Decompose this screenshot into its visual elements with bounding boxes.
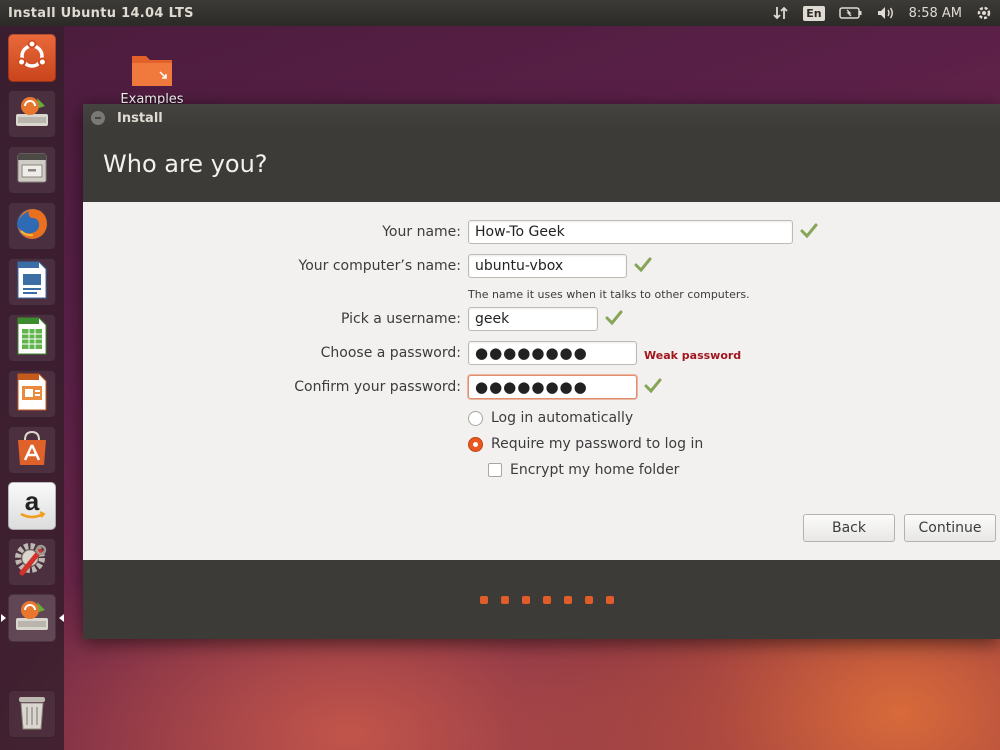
progress-dot [480,596,488,604]
password-strength-label: Weak password [644,349,742,362]
progress-dot [501,596,509,604]
launcher-impress-button[interactable] [8,370,56,418]
password-label: Choose a password: [320,345,461,361]
launcher-installer-button[interactable] [8,90,56,138]
amazon-icon: a [13,485,51,527]
launcher-software-center-button[interactable] [8,426,56,474]
name-row: Your name: How-To Geek [83,220,1000,246]
firefox-icon [13,205,51,247]
progress-dot [564,596,572,604]
login-automatically-label: Log in automatically [491,410,634,426]
require-password-option[interactable]: Require my password to log in [468,436,703,452]
progress-dot [522,596,530,604]
launcher-writer-button[interactable] [8,258,56,306]
progress-footer [83,560,1000,639]
launcher-files-button[interactable] [8,146,56,194]
continue-button[interactable]: Continue [904,514,996,542]
valid-check-icon [800,223,818,239]
clock[interactable]: 8:58 AM [909,6,962,21]
writer-icon [15,260,49,304]
password-row: Choose a password: ●●●●●●●● [83,341,1000,367]
launcher: a [0,26,64,750]
radio-button[interactable] [468,410,483,426]
computer-name-label: Your computer’s name: [298,258,461,274]
calc-icon [15,316,49,360]
back-button[interactable]: Back [803,514,895,542]
computer-name-row: Your computer’s name: ubuntu-vbox [83,254,1000,280]
desktop-icon-examples[interactable]: Examples [112,50,192,107]
running-indicator [1,614,6,622]
launcher-calc-button[interactable] [8,314,56,362]
password-field[interactable]: ●●●●●●●● [468,341,637,365]
launcher-system-settings-button[interactable] [8,538,56,586]
folder-icon [130,50,174,88]
battery-icon[interactable] [838,6,863,20]
confirm-password-label: Confirm your password: [294,379,461,395]
login-automatically-option[interactable]: Log in automatically [468,410,633,426]
username-row: Pick a username: geek [83,307,1000,333]
confirm-password-row: Confirm your password: ●●●●●●●● [83,375,1000,401]
trash-icon [15,692,49,736]
svg-text:a: a [25,486,40,516]
ubuntu-logo-icon [14,38,50,78]
launcher-amazon-button[interactable]: a [8,482,56,530]
launcher-firefox-button[interactable] [8,202,56,250]
settings-icon [12,540,52,584]
computer-name-field[interactable]: ubuntu-vbox [468,254,627,278]
installer-icon [12,596,52,640]
session-gear-icon[interactable] [976,5,992,21]
progress-indicator [480,596,614,604]
valid-check-icon [644,378,662,394]
encrypt-home-label: Encrypt my home folder [510,462,680,478]
launcher-trash-button[interactable] [8,690,56,738]
radio-button-selected[interactable] [468,436,483,452]
encrypt-home-option[interactable]: Encrypt my home folder [488,462,679,478]
computer-name-hint: The name it uses when it talks to other … [468,288,750,301]
top-panel: Install Ubuntu 14.04 LTS En 8:58 AM [0,0,1000,26]
close-icon [95,117,101,119]
volume-icon[interactable] [877,6,895,20]
username-label: Pick a username: [340,311,461,327]
installer-window: Install Who are you? Your name: How-To G… [83,104,1000,639]
valid-check-icon [634,257,652,273]
username-field[interactable]: geek [468,307,598,331]
checkbox[interactable] [488,463,502,477]
launcher-dash-button[interactable] [8,34,56,82]
focused-indicator [59,614,64,622]
impress-icon [15,372,49,416]
window-titlebar[interactable]: Install [83,104,1000,132]
valid-check-icon [605,310,623,326]
confirm-password-field[interactable]: ●●●●●●●● [468,375,637,399]
launcher-installer-running-button[interactable] [1,594,64,642]
window-title: Install Ubuntu 14.04 LTS [8,5,194,21]
file-cabinet-icon [13,149,51,191]
page-title: Who are you? [103,150,268,178]
progress-dot [585,596,593,604]
network-icon[interactable] [773,5,789,21]
name-label: Your name: [382,224,461,240]
progress-dot [606,596,614,604]
shopping-bag-icon [13,428,51,472]
keyboard-language-indicator[interactable]: En [803,5,825,21]
close-button[interactable] [91,111,105,125]
progress-dot [543,596,551,604]
indicator-area: En 8:58 AM [773,5,992,21]
installer-icon [12,92,52,136]
name-field[interactable]: How-To Geek [468,220,793,244]
page-header: Who are you? [83,132,1000,202]
window-title-text: Install [117,110,163,126]
require-password-label: Require my password to log in [491,436,704,452]
user-setup-form: Your name: How-To Geek Your computer’s n… [83,202,1000,559]
